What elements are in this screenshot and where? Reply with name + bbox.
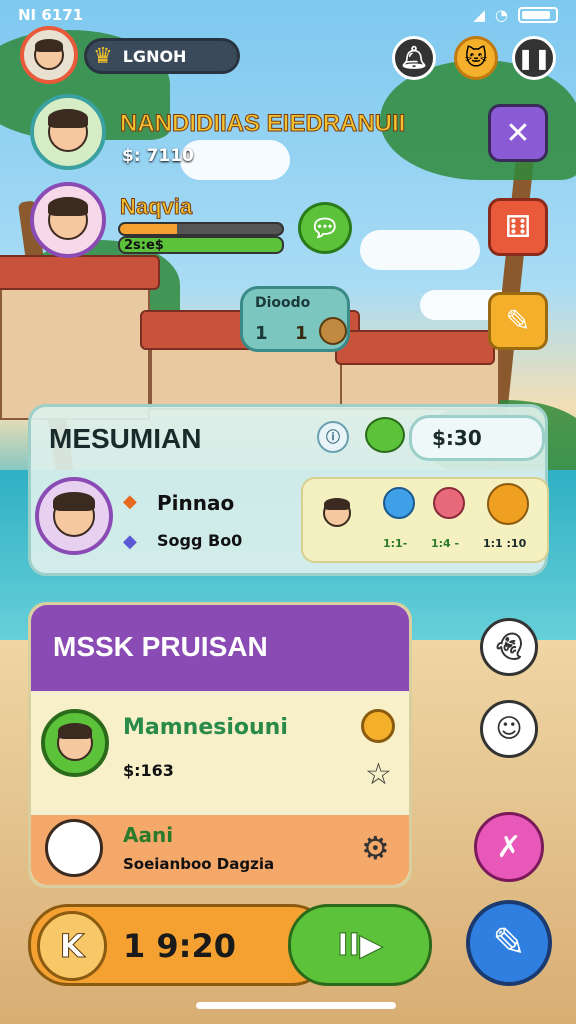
home-indicator[interactable]	[196, 1002, 396, 1009]
location-pin-icon[interactable]	[361, 709, 395, 743]
reward-value-1: 1:1-	[383, 537, 408, 550]
pause-button[interactable]: ❚❚	[512, 36, 556, 80]
turtle-icon	[365, 417, 405, 453]
player-2-progress-fill	[120, 224, 177, 234]
tools-button[interactable]: ✎	[488, 292, 548, 350]
dice-icon: ⚅	[504, 209, 532, 245]
player-1-currency: $: 7110	[122, 146, 194, 166]
timer-bar: K 1 9:20	[28, 904, 332, 986]
mini-card-right-value: 1	[295, 323, 308, 344]
info-icon: ⓘ	[326, 430, 340, 446]
ribbon-icon: ✗	[496, 829, 522, 865]
back-button-label: K	[59, 927, 85, 966]
player-2-bar-value: 2s:e$	[124, 238, 164, 253]
mission-member-avatar[interactable]	[35, 477, 113, 555]
status-bar: NI 6171 ◢ ◔	[0, 0, 576, 30]
emote-button[interactable]: ☺	[480, 700, 538, 758]
task-panel: MSSK PRUISAN Mamnesiouni $:163 ☆ Aani So…	[28, 602, 412, 888]
ghost-icon: 👻︎	[492, 632, 526, 662]
task-panel-title: MSSK PRUISAN	[53, 631, 268, 662]
reward-icon-2	[433, 487, 465, 519]
mission-member-name: Pinnao	[157, 491, 235, 515]
crossed-swords-icon: ✕	[505, 115, 531, 151]
bell-icon: 🔔︎	[400, 45, 428, 71]
player-2-name: Naqvia	[119, 194, 193, 220]
pause-icon: ❚❚	[517, 46, 551, 70]
crate-icon	[319, 317, 347, 345]
player-1-avatar[interactable]	[30, 94, 106, 170]
crown-icon: ♛	[93, 43, 113, 69]
player-name-pill[interactable]: ♛ LGNOH	[84, 38, 240, 74]
reward-icon-1	[383, 487, 415, 519]
profile-avatar[interactable]	[20, 26, 78, 84]
timer-value: 1 9:20	[123, 927, 236, 965]
mission-panel: MESUMIAN ⓘ $:30 ◆ Pinnao ◆ Sogg Bo0 1:1-…	[28, 404, 549, 576]
dog-icon	[45, 819, 103, 877]
mini-card-title: Dioodo	[255, 295, 311, 311]
chat-button[interactable]: 💬︎	[298, 202, 352, 254]
play-icon: II▶	[337, 927, 383, 963]
task-item-2-detail: Soeianboo Dagzia	[123, 855, 275, 873]
rewards-strip: 1:1- 1:4 - 1:1 :10	[301, 477, 549, 563]
pink-action-button[interactable]: ✗	[474, 812, 544, 882]
tools-icon: ✎	[505, 303, 531, 339]
pencil-icon: ✎	[492, 920, 526, 966]
mission-amount: $:30	[432, 426, 482, 450]
player-1-name: NANDIDIIAS EIEDRANUII	[119, 110, 406, 138]
close-map-button[interactable]: ✕	[488, 104, 548, 162]
task-item-1-avatar	[41, 709, 109, 777]
reward-value-3: 1:1 :10	[483, 537, 527, 550]
play-button[interactable]: II▶	[288, 904, 432, 986]
task-item-1-value: $:163	[123, 761, 174, 780]
mission-info-button[interactable]: ⓘ	[317, 421, 349, 453]
task-item-1[interactable]: Mamnesiouni $:163 ☆	[31, 695, 409, 811]
ghost-button[interactable]: 👻︎	[480, 618, 538, 676]
task-item-1-name: Mamnesiouni	[123, 715, 288, 740]
reward-value-2: 1:4 -	[431, 537, 460, 550]
mini-card-left-value: 1	[255, 323, 268, 344]
mission-title: MESUMIAN	[49, 423, 202, 454]
reward-character-avatar	[309, 485, 365, 541]
inventory-button[interactable]: ⚅	[488, 198, 548, 256]
notification-button[interactable]: 🔔︎	[392, 36, 436, 80]
smile-icon: ☺	[495, 714, 523, 744]
member-flag-icon: ◆	[123, 491, 137, 512]
back-button[interactable]: K	[37, 911, 107, 981]
edit-button[interactable]: ✎	[466, 900, 552, 986]
wifi-icon: ◔	[494, 6, 508, 24]
signal-icon: ◢	[473, 6, 485, 24]
mission-amount-pill: $:30	[409, 415, 545, 461]
cat-icon: 🐱︎	[464, 45, 488, 71]
settings-gear-icon[interactable]: ⚙	[361, 829, 390, 867]
player-2-value-bar: 2s:e$	[118, 236, 284, 254]
pet-button[interactable]: 🐱︎	[454, 36, 498, 80]
chat-bubble-icon: 💬︎	[309, 214, 341, 242]
player-2-avatar[interactable]	[30, 182, 106, 258]
mission-member-detail: Sogg Bo0	[157, 531, 243, 550]
status-time: NI 6171	[18, 6, 84, 24]
member-tag-icon: ◆	[123, 531, 137, 552]
battery-icon	[518, 7, 558, 23]
star-icon[interactable]: ☆	[365, 757, 392, 792]
task-item-2-name: Aani	[123, 823, 174, 847]
player-2-progress-bar	[118, 222, 284, 236]
reward-icon-3	[487, 483, 529, 525]
task-item-2[interactable]: Aani Soeianboo Dagzia ⚙	[31, 815, 409, 885]
mini-score-card[interactable]: Dioodo 1 1	[240, 286, 350, 352]
player-name: LGNOH	[122, 46, 187, 66]
